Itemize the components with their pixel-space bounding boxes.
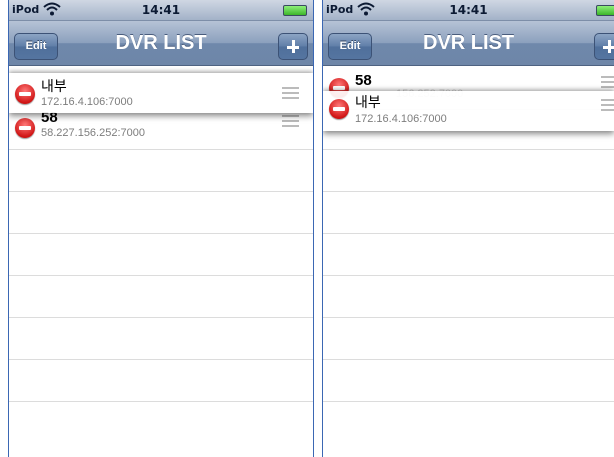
reorder-handle-icon[interactable] bbox=[282, 115, 299, 127]
row-separator bbox=[9, 233, 313, 234]
dvr-list: 58 156.252:7000 내부 172.16.4.106:7000 bbox=[323, 66, 614, 457]
row-separator bbox=[9, 149, 313, 150]
status-bar: iPod 14:41 bbox=[323, 0, 614, 21]
row-separator bbox=[9, 317, 313, 318]
add-button[interactable] bbox=[278, 33, 308, 60]
nav-bar: Edit DVR LIST bbox=[323, 21, 614, 66]
row-separator bbox=[323, 359, 614, 360]
dvr-list: 58 58.227.156.252:7000 내부 172.16.4.106:7… bbox=[9, 66, 313, 457]
delete-icon[interactable] bbox=[15, 118, 35, 138]
dvr-name: 내부 bbox=[41, 79, 67, 95]
dvr-address: 172.16.4.106:7000 bbox=[355, 113, 447, 125]
list-item-dragging[interactable]: 내부 172.16.4.106:7000 bbox=[323, 91, 614, 131]
reorder-handle-icon[interactable] bbox=[601, 76, 614, 88]
row-separator bbox=[9, 275, 313, 276]
row-separator bbox=[9, 191, 313, 192]
phone-screen-right: iPod 14:41 Edit DVR LIST 58 156.252:7000 bbox=[322, 0, 614, 457]
delete-icon[interactable] bbox=[15, 84, 35, 104]
nav-title: DVR LIST bbox=[115, 32, 207, 54]
nav-bar: Edit DVR LIST bbox=[9, 21, 313, 66]
dvr-address: 172.16.4.106:7000 bbox=[41, 96, 133, 108]
row-separator bbox=[323, 275, 614, 276]
list-item-dragging[interactable]: 내부 172.16.4.106:7000 bbox=[9, 73, 313, 113]
battery-icon bbox=[283, 5, 307, 16]
clock: 14:41 bbox=[449, 3, 488, 17]
row-separator bbox=[323, 317, 614, 318]
row-separator bbox=[323, 401, 614, 402]
row-separator bbox=[323, 149, 614, 150]
delete-icon[interactable] bbox=[329, 99, 349, 119]
battery-icon bbox=[596, 5, 614, 16]
row-separator bbox=[9, 359, 313, 360]
reorder-handle-icon[interactable] bbox=[601, 99, 614, 111]
clock: 14:41 bbox=[141, 3, 181, 17]
status-bar: iPod 14:41 bbox=[9, 0, 313, 21]
list-item[interactable]: 58 58.227.156.252:7000 bbox=[9, 107, 313, 149]
plus-icon-stem bbox=[292, 40, 295, 53]
row-separator bbox=[323, 191, 614, 192]
phone-screen-left: iPod 14:41 Edit DVR LIST 58 58.227.156.2… bbox=[8, 0, 314, 457]
add-button[interactable] bbox=[594, 33, 614, 60]
row-separator bbox=[9, 401, 313, 402]
nav-title: DVR LIST bbox=[422, 32, 515, 54]
plus-icon-stem bbox=[608, 40, 611, 53]
dvr-name: 내부 bbox=[355, 95, 381, 111]
reorder-handle-icon[interactable] bbox=[282, 87, 299, 99]
dvr-address: 58.227.156.252:7000 bbox=[41, 127, 145, 139]
dvr-name: 58 bbox=[355, 72, 372, 89]
row-separator bbox=[323, 233, 614, 234]
